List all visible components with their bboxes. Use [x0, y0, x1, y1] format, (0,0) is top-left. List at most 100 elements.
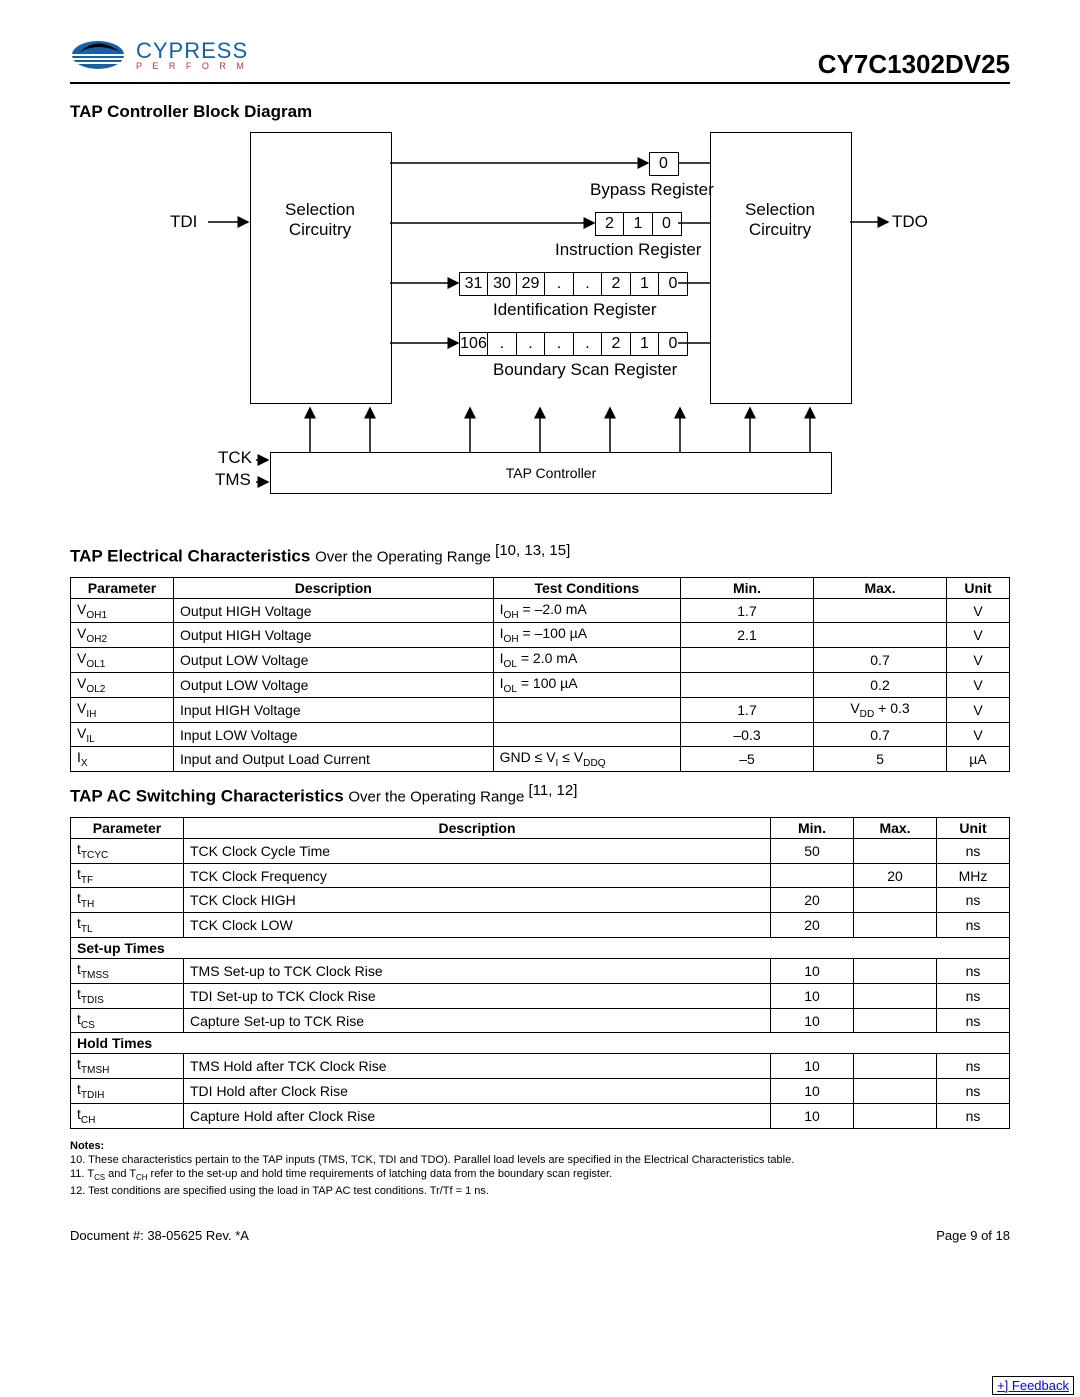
table-cell: ns — [937, 959, 1010, 984]
table-cell: IOL = 2.0 mA — [493, 648, 680, 673]
table-row: VOL2Output LOW VoltageIOL = 100 µA0.2V — [71, 673, 1010, 698]
register-cell: 0 — [658, 272, 688, 296]
table-row: tTLTCK Clock LOW20ns — [71, 913, 1010, 938]
table-cell: V — [947, 598, 1010, 623]
table-row: tTDISTDI Set-up to TCK Clock Rise10ns — [71, 983, 1010, 1008]
identification-register-cells: 313029..210 — [460, 272, 688, 296]
table-cell: 1.7 — [681, 598, 814, 623]
notes-heading: Notes: — [70, 1139, 1010, 1153]
page-footer: Document #: 38-05625 Rev. *A Page 9 of 1… — [70, 1228, 1010, 1243]
register-cell: . — [544, 332, 574, 356]
table-header: Parameter — [71, 577, 174, 598]
table-header: Test Conditions — [493, 577, 680, 598]
table-header: Unit — [947, 577, 1010, 598]
table-cell: TCK Clock Cycle Time — [184, 838, 771, 863]
logo: CYPRESS P E R F O R M — [70, 30, 248, 80]
register-cell: 2 — [595, 212, 625, 236]
selection-box-left — [250, 132, 392, 404]
table-cell: 10 — [771, 1104, 854, 1129]
table-cell: IOL = 100 µA — [493, 673, 680, 698]
table-cell: –5 — [681, 747, 814, 772]
table-row: VILInput LOW Voltage–0.30.7V — [71, 722, 1010, 747]
tap-electrical-table: ParameterDescriptionTest ConditionsMin.M… — [70, 577, 1010, 773]
table-cell: TDI Set-up to TCK Clock Rise — [184, 983, 771, 1008]
page-header: CYPRESS P E R F O R M CY7C1302DV25 — [70, 30, 1010, 84]
table-cell: ns — [937, 1054, 1010, 1079]
table-cell: TMS Hold after TCK Clock Rise — [184, 1054, 771, 1079]
table-row: VOL1Output LOW VoltageIOL = 2.0 mA0.7V — [71, 648, 1010, 673]
table-row: tTMSHTMS Hold after TCK Clock Rise10ns — [71, 1054, 1010, 1079]
table-cell: TMS Set-up to TCK Clock Rise — [184, 959, 771, 984]
register-cell: . — [573, 272, 603, 296]
table-cell — [493, 697, 680, 722]
table-header: Min. — [771, 817, 854, 838]
table-cell: IOH = –2.0 mA — [493, 598, 680, 623]
table-cell: Input and Output Load Current — [174, 747, 494, 772]
table-cell: tTMSH — [71, 1054, 184, 1079]
tap-controller-box: TAP Controller — [270, 452, 832, 494]
table-cell: V — [947, 673, 1010, 698]
table-cell — [854, 838, 937, 863]
table-cell: VIH — [71, 697, 174, 722]
table-cell: Capture Hold after Clock Rise — [184, 1104, 771, 1129]
table-cell: 10 — [771, 983, 854, 1008]
note-item: 10. These characteristics pertain to the… — [70, 1153, 1010, 1167]
brand-tagline: P E R F O R M — [136, 62, 248, 71]
table-row: VIHInput HIGH Voltage1.7VDD + 0.3V — [71, 697, 1010, 722]
table-cell — [493, 722, 680, 747]
tap-ac-table: ParameterDescriptionMin.Max.UnittTCYCTCK… — [70, 817, 1010, 1129]
table-cell — [854, 1054, 937, 1079]
register-cell: 1 — [623, 212, 653, 236]
table-cell: 10 — [771, 959, 854, 984]
table-cell: tTDIH — [71, 1079, 184, 1104]
table-cell — [854, 1104, 937, 1129]
tdo-label: TDO — [892, 212, 928, 232]
feedback-link[interactable]: +] Feedback — [992, 1376, 1074, 1395]
table-cell: ns — [937, 838, 1010, 863]
tck-label: TCK — [218, 448, 252, 468]
table-row: tCSCapture Set-up to TCK Rise10ns — [71, 1008, 1010, 1033]
register-cell: 29 — [516, 272, 546, 296]
table-header: Max. — [854, 817, 937, 838]
table-cell: 20 — [854, 863, 937, 888]
table-cell: tCS — [71, 1008, 184, 1033]
tdi-label: TDI — [170, 212, 197, 232]
page-number: Page 9 of 18 — [936, 1228, 1010, 1243]
register-cell: . — [544, 272, 574, 296]
table-cell: 5 — [814, 747, 947, 772]
table-row: Hold Times — [71, 1033, 1010, 1054]
tms-label: TMS — [215, 470, 251, 490]
table-cell: 10 — [771, 1079, 854, 1104]
table-cell: 0.7 — [814, 648, 947, 673]
table-cell: TCK Clock HIGH — [184, 888, 771, 913]
table-header: Description — [174, 577, 494, 598]
register-cell: 1 — [630, 332, 660, 356]
table-cell: Input LOW Voltage — [174, 722, 494, 747]
table-cell: V — [947, 623, 1010, 648]
table-cell: VOL1 — [71, 648, 174, 673]
bypass-register-cells: 0 — [650, 152, 679, 176]
table-cell: –0.3 — [681, 722, 814, 747]
table-row: VOH2Output HIGH VoltageIOH = –100 µA2.1V — [71, 623, 1010, 648]
table-cell: 0.2 — [814, 673, 947, 698]
note-item: 12. Test conditions are specified using … — [70, 1184, 1010, 1198]
selection-left-label: Selection Circuitry — [270, 200, 370, 240]
register-cell: 0 — [649, 152, 679, 176]
table-cell: Output HIGH Voltage — [174, 623, 494, 648]
table-cell: 0.7 — [814, 722, 947, 747]
boundary-scan-register-cells: 106....210 — [460, 332, 688, 356]
table-cell: VIL — [71, 722, 174, 747]
table-cell: 50 — [771, 838, 854, 863]
table-cell: 10 — [771, 1008, 854, 1033]
table-row: tTHTCK Clock HIGH20ns — [71, 888, 1010, 913]
table-cell: ns — [937, 1104, 1010, 1129]
table-cell: Output LOW Voltage — [174, 673, 494, 698]
table-cell: TCK Clock Frequency — [184, 863, 771, 888]
table-cell: Input HIGH Voltage — [174, 697, 494, 722]
table-row: tTMSSTMS Set-up to TCK Clock Rise10ns — [71, 959, 1010, 984]
table-cell: MHz — [937, 863, 1010, 888]
table-cell: tTH — [71, 888, 184, 913]
table-cell: VOH1 — [71, 598, 174, 623]
instruction-label: Instruction Register — [555, 240, 701, 260]
table-cell — [854, 1079, 937, 1104]
